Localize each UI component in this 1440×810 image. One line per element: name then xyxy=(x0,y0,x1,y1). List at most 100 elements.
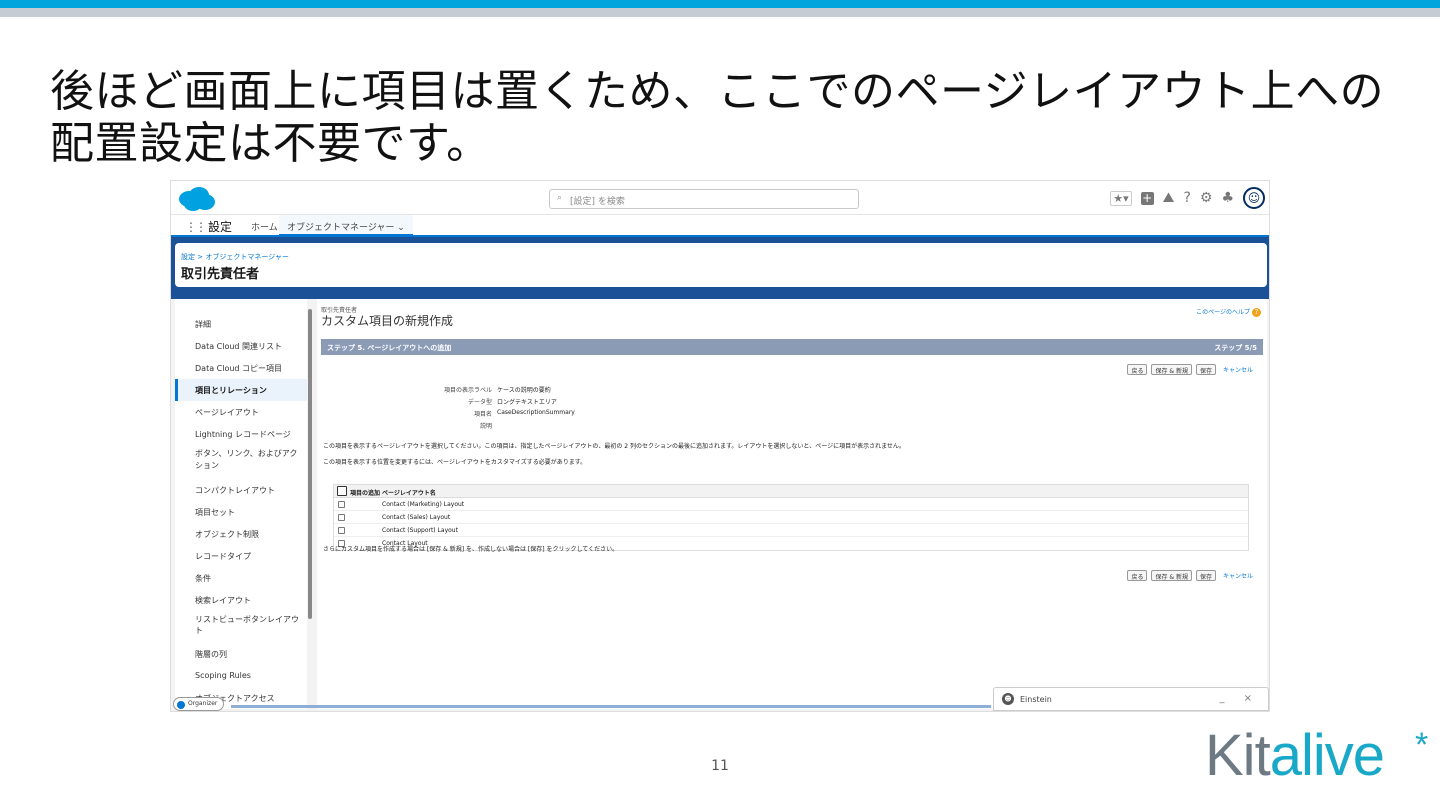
back-button[interactable]: 戻る xyxy=(1127,569,1148,581)
row-checkbox[interactable] xyxy=(338,501,345,508)
sidebar-item-scoping-rules[interactable]: Scoping Rules xyxy=(175,665,307,687)
field-row-api-name: 項目名 CaseDescriptionSummary xyxy=(317,409,917,420)
app-name: 設定 xyxy=(208,220,233,234)
help-question-icon: ? xyxy=(1252,308,1261,317)
save-new-button[interactable]: 保存 & 新規 xyxy=(1151,363,1192,375)
brand-part1: Kit xyxy=(1205,723,1271,788)
salesforce-screenshot: ⌕ [設定] を検索 ★▾ + ⛰ ? ⚙ ♣ ☺ ⋮⋮⋮ 設定 ホーム オブジ… xyxy=(170,180,1270,712)
sidebar-item-record-types[interactable]: レコードタイプ xyxy=(175,545,307,567)
field-label-description: 説明 xyxy=(479,423,492,430)
einstein-icon: ☻ xyxy=(1002,693,1014,705)
organizer-icon xyxy=(177,701,185,709)
tab-object-manager-label: オブジェクトマネージャー xyxy=(287,223,395,233)
help-link-label: このページのヘルプ xyxy=(1196,309,1250,316)
field-row-description: 説明 xyxy=(317,421,917,432)
column-add-field: 項目の追加 xyxy=(350,490,381,497)
save-button[interactable]: 保存 xyxy=(1195,569,1216,581)
layout-customize-text: この項目を表示する位置を変更するには、ページレイアウトをカスタマイズする必要があ… xyxy=(323,459,587,466)
page-layout-table: 項目の追加 ページレイアウト名 Contact (Marketing) Layo… xyxy=(333,484,1249,551)
global-actions-icon[interactable]: + xyxy=(1140,191,1154,205)
search-placeholder: [設定] を検索 xyxy=(570,197,625,207)
cancel-link[interactable]: キャンセル xyxy=(1223,365,1253,374)
field-value-type: ロングテキストエリア xyxy=(497,399,557,406)
field-row-type: データ型 ロングテキストエリア xyxy=(317,397,917,408)
sidebar-scroll-thumb[interactable] xyxy=(308,309,312,619)
sidebar-item-page-layouts[interactable]: ページレイアウト xyxy=(175,401,307,423)
search-icon: ⌕ xyxy=(557,193,563,203)
trailhead-icon[interactable]: ⛰ xyxy=(1163,190,1175,206)
notifications-bell-icon[interactable]: ♣ xyxy=(1221,190,1234,206)
table-header-row: 項目の追加 ページレイアウト名 xyxy=(334,485,1248,498)
organizer-label: Organizer xyxy=(188,700,218,707)
table-row: Contact (Support) Layout xyxy=(334,524,1248,537)
gear-icon[interactable]: ⚙ xyxy=(1200,190,1213,206)
sidebar-item-data-cloud-copy-fields[interactable]: Data Cloud コピー項目 xyxy=(175,357,307,379)
brand-part2: alive xyxy=(1269,723,1385,788)
object-sidebar: 詳細 Data Cloud 関連リスト Data Cloud コピー項目 項目と… xyxy=(175,299,307,709)
global-header: ⌕ [設定] を検索 ★▾ + ⛰ ? ⚙ ♣ ☺ xyxy=(171,181,1269,215)
organizer-button[interactable]: Organizer xyxy=(173,697,225,711)
app-nav-bar: ⋮⋮⋮ 設定 ホーム オブジェクトマネージャー ⌄ xyxy=(171,215,1269,237)
top-button-row: 戻る 保存 & 新規 保存 キャンセル xyxy=(1127,363,1253,375)
sidebar-item-lightning-record-pages[interactable]: Lightning レコードページ xyxy=(175,423,307,445)
field-label-type: データ型 xyxy=(467,399,492,406)
step-title: ステップ 5. ページレイアウトへの追加 xyxy=(327,344,452,352)
avatar[interactable]: ☺ xyxy=(1243,187,1265,209)
sidebar-item-data-cloud-related-lists[interactable]: Data Cloud 関連リスト xyxy=(175,335,307,357)
sidebar-item-conditions[interactable]: 条件 xyxy=(175,567,307,589)
brand-star-icon: * xyxy=(1415,726,1428,764)
einstein-label: Einstein xyxy=(1020,695,1052,704)
sidebar-item-list-view-button-layout[interactable]: リストビューボタンレイアウト xyxy=(175,611,307,641)
tab-home[interactable]: ホーム xyxy=(251,220,278,233)
bottom-button-row: 戻る 保存 & 新規 保存 キャンセル xyxy=(1127,569,1253,581)
sidebar-item-buttons-links-actions[interactable]: ボタン、リンク、およびアクション xyxy=(175,445,307,477)
layout-name: Contact (Support) Layout xyxy=(382,527,458,534)
einstein-window-controls[interactable]: _ × xyxy=(1219,693,1260,704)
chevron-down-icon[interactable]: ⌄ xyxy=(397,223,405,233)
kitalive-logo: Kitalive * xyxy=(1205,722,1428,789)
layout-instruction-text: この項目を表示するページレイアウトを選択してください。この項目は、指定したページ… xyxy=(323,443,905,450)
record-header: 設定 > オブジェクトマネージャー 取引先責任者 xyxy=(175,243,1267,287)
field-row-label: 項目の表示ラベル ケースの説明の要約 xyxy=(317,385,917,396)
top-grey-stripe xyxy=(0,8,1440,17)
select-all-checkbox[interactable] xyxy=(337,486,347,496)
sidebar-item-details[interactable]: 詳細 xyxy=(175,313,307,335)
save-new-button[interactable]: 保存 & 新規 xyxy=(1151,569,1192,581)
sidebar-item-object-limits[interactable]: オブジェクト制限 xyxy=(175,523,307,545)
header-utility-icons: ★▾ + ⛰ ? ⚙ ♣ ☺ xyxy=(1110,186,1265,210)
save-button[interactable]: 保存 xyxy=(1195,363,1216,375)
tab-object-manager[interactable]: オブジェクトマネージャー ⌄ xyxy=(279,215,413,236)
global-search-input[interactable]: ⌕ [設定] を検索 xyxy=(549,189,859,209)
row-checkbox[interactable] xyxy=(338,514,345,521)
sidebar-item-field-sets[interactable]: 項目セット xyxy=(175,501,307,523)
einstein-panel[interactable]: ☻ Einstein _ × xyxy=(993,687,1269,711)
sidebar-item-fields-relationships[interactable]: 項目とリレーション xyxy=(175,379,307,401)
step-header: ステップ 5. ページレイアウトへの追加 ステップ 5/5 xyxy=(321,339,1263,355)
sidebar-item-hierarchy-columns[interactable]: 階層の列 xyxy=(175,643,307,665)
table-row: Contact (Marketing) Layout xyxy=(334,498,1248,511)
field-value-api-name: CaseDescriptionSummary xyxy=(497,409,575,416)
field-value-name: ケースの説明の要約 xyxy=(497,387,551,394)
field-label-api-name: 項目名 xyxy=(473,411,492,418)
utility-bar-line xyxy=(231,705,991,708)
sidebar-item-compact-layouts[interactable]: コンパクトレイアウト xyxy=(175,479,307,501)
save-instruction-text: さらにカスタム項目を作成する場合は [保存 & 新規] を、作成しない場合は [… xyxy=(323,546,619,553)
page-heading: カスタム項目の新規作成 xyxy=(321,314,454,328)
layout-name: Contact (Marketing) Layout xyxy=(382,501,465,508)
favorites-icon[interactable]: ★▾ xyxy=(1110,190,1132,206)
row-checkbox[interactable] xyxy=(338,527,345,534)
page-title: 取引先責任者 xyxy=(181,267,260,282)
slide-title: 後ほど画面上に項目は置くため、ここでのページレイアウト上への配置設定は不要です。 xyxy=(50,66,1385,169)
breadcrumb[interactable]: 設定 > オブジェクトマネージャー xyxy=(181,252,289,262)
main-content: 取引先責任者 カスタム項目の新規作成 このページのヘルプ? ステップ 5. ペー… xyxy=(317,299,1267,709)
help-icon[interactable]: ? xyxy=(1183,190,1190,206)
help-link[interactable]: このページのヘルプ? xyxy=(1196,307,1261,317)
column-layout-name: ページレイアウト名 xyxy=(382,490,436,497)
salesforce-logo-icon[interactable] xyxy=(175,185,217,213)
step-count: ステップ 5/5 xyxy=(1214,344,1257,352)
field-label-name: 項目の表示ラベル xyxy=(443,387,492,394)
back-button[interactable]: 戻る xyxy=(1127,363,1148,375)
top-accent-stripe xyxy=(0,0,1440,8)
cancel-link[interactable]: キャンセル xyxy=(1223,571,1253,580)
sidebar-item-search-layouts[interactable]: 検索レイアウト xyxy=(175,589,307,611)
